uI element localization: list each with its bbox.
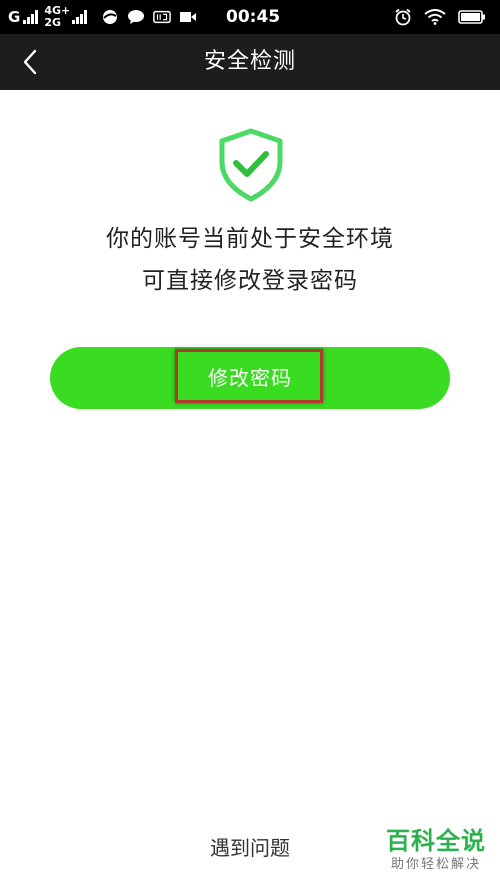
watermark-logo: 百科全说 助你轻松解决 — [386, 826, 486, 874]
iqiyi-icon — [153, 10, 172, 24]
nav-bar: 安全检测 — [0, 34, 500, 90]
video-icon — [180, 12, 197, 22]
watermark-title: 百科全说 — [386, 827, 486, 855]
alarm-icon — [395, 8, 411, 26]
status-bar: G 4G+ 2G 00:45 — [0, 0, 500, 34]
message-line-1: 你的账号当前处于安全环境 — [106, 226, 394, 252]
clock: 00:45 — [226, 7, 281, 27]
chat-bubble-icon — [128, 10, 145, 24]
browser-icon — [103, 10, 118, 24]
battery-icon — [458, 10, 485, 24]
signal-strength-icon — [23, 10, 39, 24]
page-title: 安全检测 — [203, 49, 296, 74]
status-left: G 4G+ 2G — [8, 0, 197, 34]
shield-check-icon — [218, 128, 284, 202]
status-right — [394, 0, 486, 34]
network-type: 4G+ 2G — [44, 5, 70, 29]
notification-icons — [101, 9, 197, 25]
carrier-label: G — [8, 8, 21, 26]
annotation-highlight-box — [175, 349, 323, 403]
network-type-bottom: 2G — [44, 16, 61, 29]
watermark-subtitle: 助你轻松解决 — [390, 857, 481, 872]
security-message: 你的账号当前处于安全环境 可直接修改登录密码 — [0, 218, 500, 302]
message-line-2: 可直接修改登录密码 — [142, 268, 358, 294]
wifi-icon — [424, 9, 446, 25]
signal-strength-icon-2 — [72, 10, 88, 24]
